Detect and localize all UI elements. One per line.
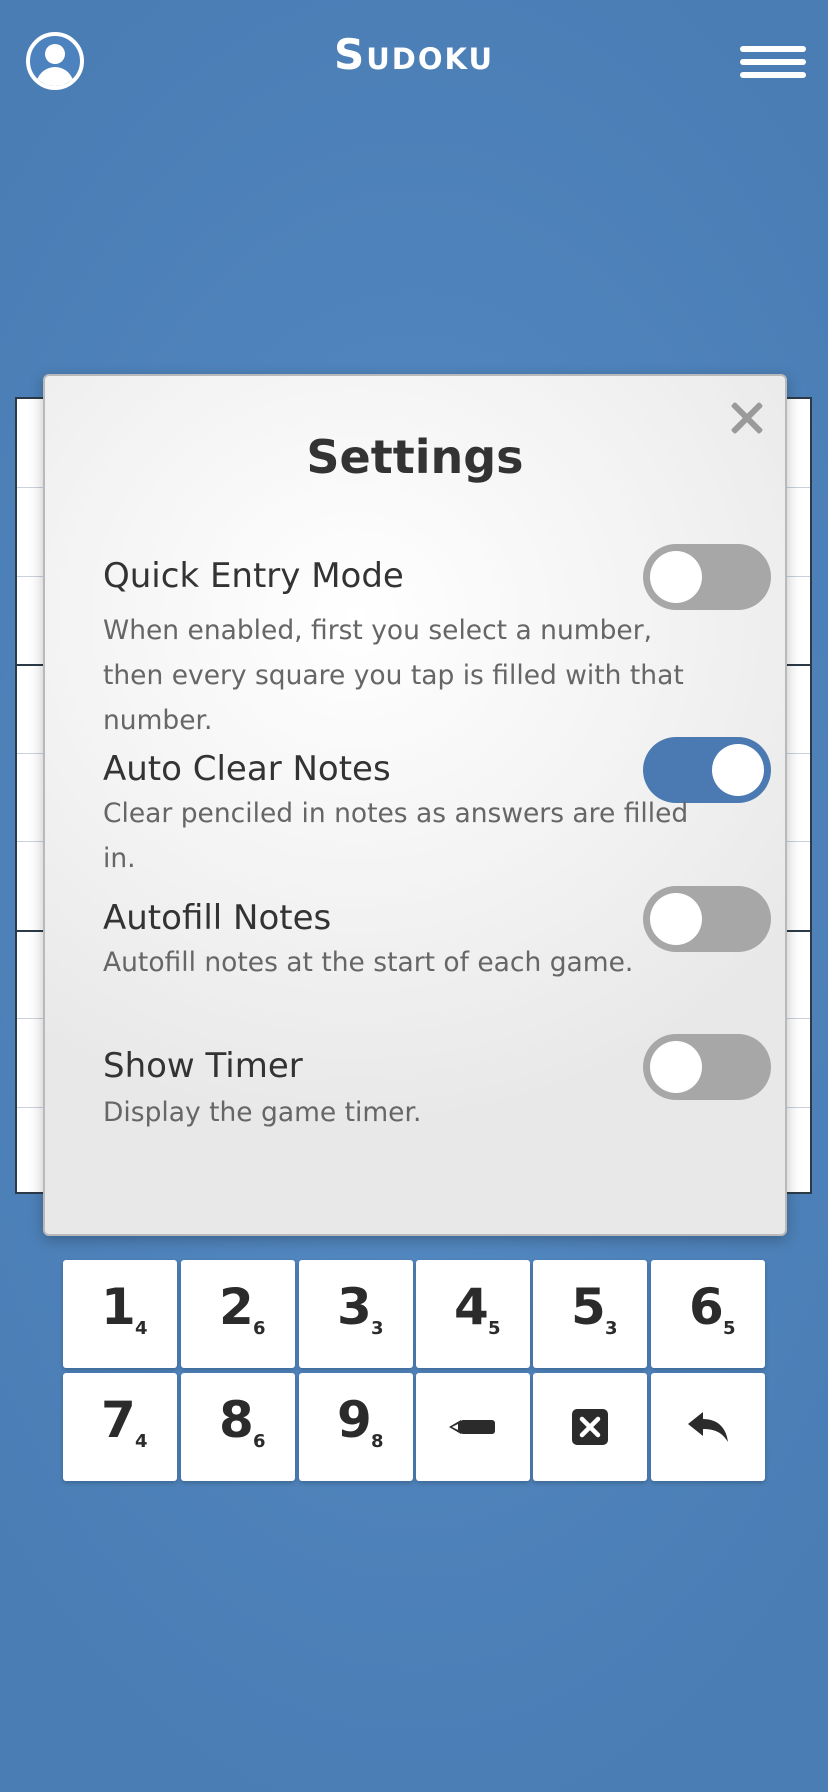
number-pad: 1 4 2 6 3 3 4 5 5 3 6 5 7 4 8 6 9 8 xyxy=(63,1260,765,1484)
key-digit: 5 xyxy=(571,1278,606,1336)
key-remaining-count: 4 xyxy=(135,1431,148,1452)
top-bar: Sudoku xyxy=(0,0,828,130)
key-digit: 6 xyxy=(689,1278,724,1336)
key-digit: 9 xyxy=(337,1391,372,1449)
app-title: Sudoku xyxy=(333,30,495,79)
key-remaining-count: 6 xyxy=(253,1431,266,1452)
undo-icon xyxy=(651,1373,765,1481)
setting-description: Clear penciled in notes as answers are f… xyxy=(103,798,689,874)
number-key-7[interactable]: 7 4 xyxy=(63,1373,177,1481)
setting-label: Show Timer xyxy=(103,1046,303,1086)
number-key-6[interactable]: 6 5 xyxy=(651,1260,765,1368)
undo-button[interactable] xyxy=(651,1373,765,1481)
pencil-button[interactable] xyxy=(416,1373,530,1481)
number-key-1[interactable]: 1 4 xyxy=(63,1260,177,1368)
key-digit: 2 xyxy=(219,1278,254,1336)
setting-description: Autofill notes at the start of each game… xyxy=(103,947,634,978)
setting-description: Display the game timer. xyxy=(103,1097,422,1128)
key-digit: 8 xyxy=(219,1391,254,1449)
setting-label: Auto Clear Notes xyxy=(103,749,391,789)
key-digit: 7 xyxy=(101,1391,136,1449)
key-remaining-count: 8 xyxy=(371,1431,384,1452)
settings-dialog: Settings Quick Entry Mode When enabled, … xyxy=(43,374,787,1236)
key-remaining-count: 4 xyxy=(135,1318,148,1339)
setting-description: When enabled, first you select a number,… xyxy=(103,615,684,736)
number-key-8[interactable]: 8 6 xyxy=(181,1373,295,1481)
setting-label: Autofill Notes xyxy=(103,898,332,938)
quick-entry-toggle[interactable] xyxy=(643,544,771,610)
key-remaining-count: 6 xyxy=(253,1318,266,1339)
number-key-4[interactable]: 4 5 xyxy=(416,1260,530,1368)
key-digit: 1 xyxy=(101,1278,136,1336)
key-remaining-count: 5 xyxy=(723,1318,736,1339)
erase-button[interactable] xyxy=(533,1373,647,1481)
erase-icon xyxy=(533,1373,647,1481)
number-key-3[interactable]: 3 3 xyxy=(299,1260,413,1368)
dialog-title: Settings xyxy=(306,430,524,484)
setting-label: Quick Entry Mode xyxy=(103,556,404,596)
key-digit: 4 xyxy=(454,1278,489,1336)
pencil-icon xyxy=(416,1373,530,1481)
number-key-5[interactable]: 5 3 xyxy=(533,1260,647,1368)
number-key-2[interactable]: 2 6 xyxy=(181,1260,295,1368)
key-remaining-count: 3 xyxy=(605,1318,618,1339)
key-remaining-count: 5 xyxy=(488,1318,501,1339)
number-key-9[interactable]: 9 8 xyxy=(299,1373,413,1481)
key-remaining-count: 3 xyxy=(371,1318,384,1339)
key-digit: 3 xyxy=(337,1278,372,1336)
hamburger-menu-icon[interactable] xyxy=(740,46,806,80)
